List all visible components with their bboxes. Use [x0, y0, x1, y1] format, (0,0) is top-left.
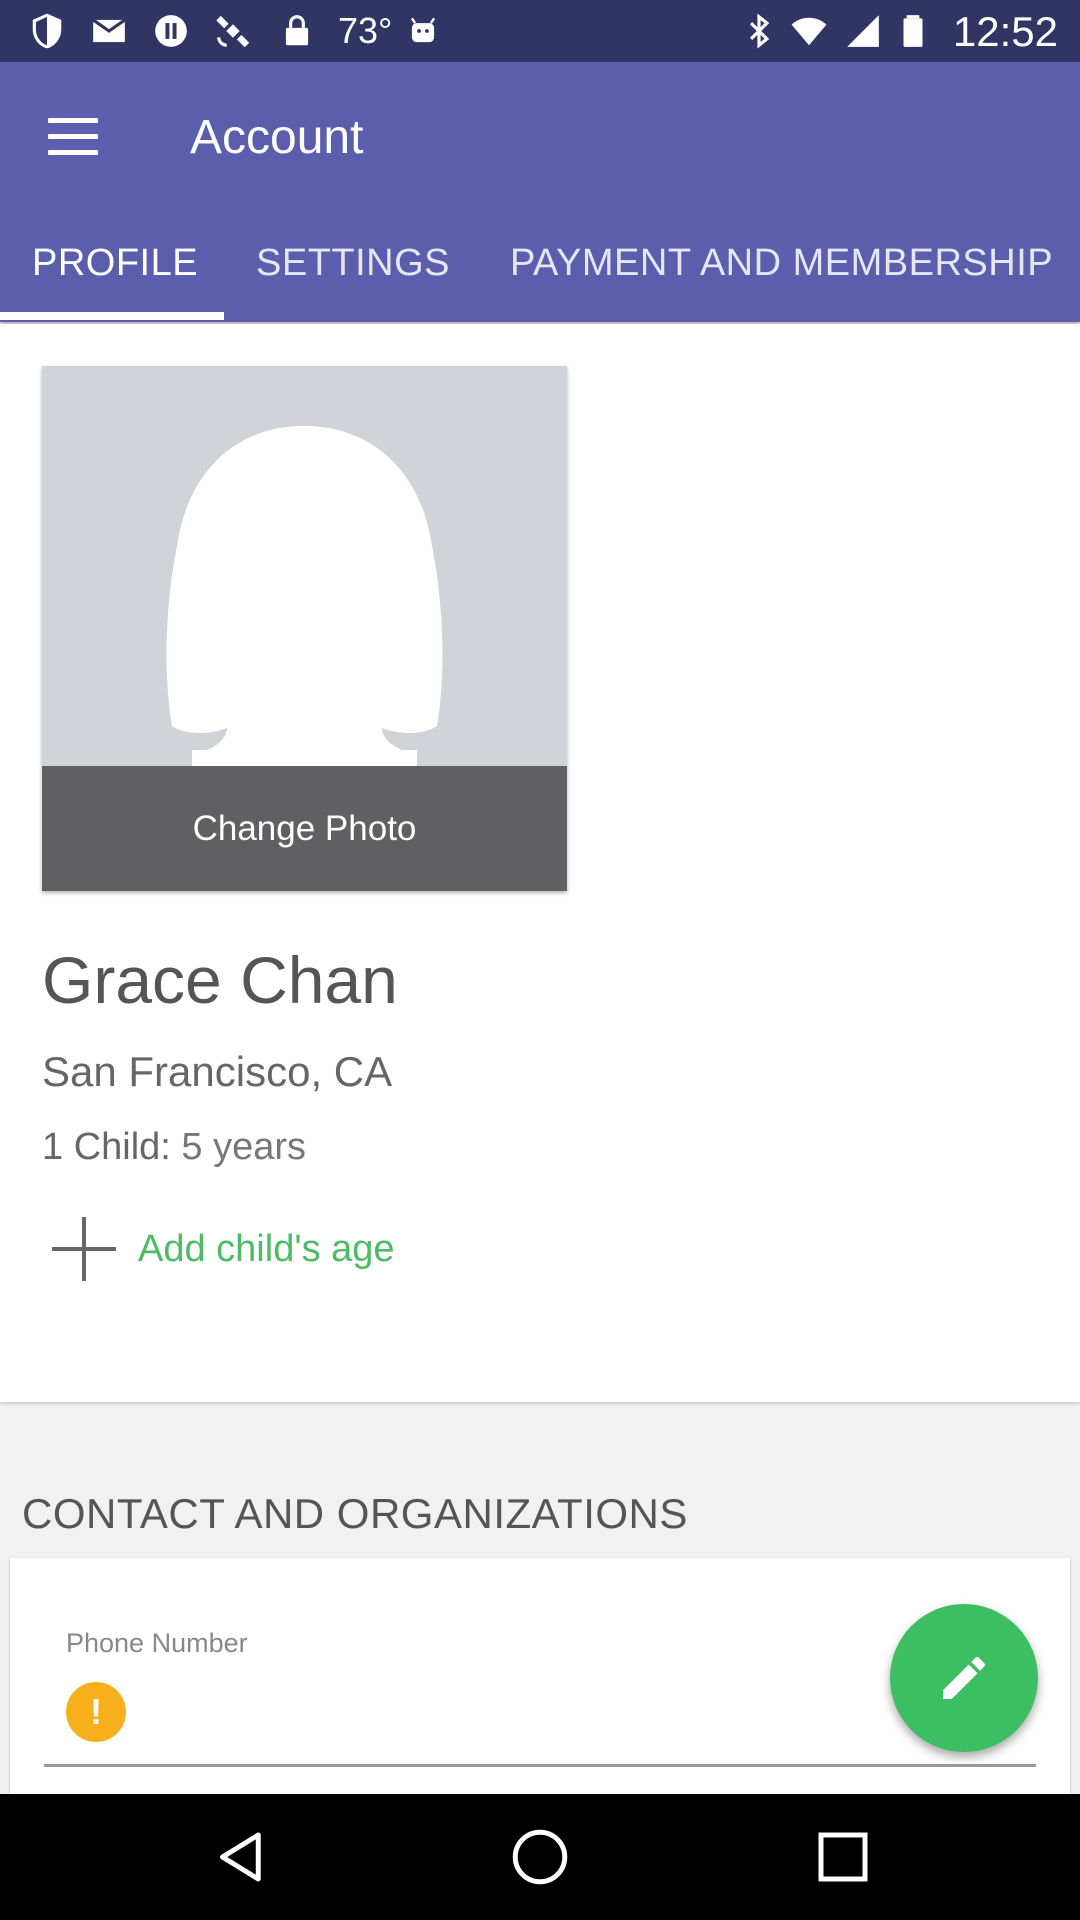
- warning-icon: !: [66, 1682, 126, 1742]
- user-name: Grace Chan: [42, 943, 398, 1017]
- recents-icon[interactable]: [810, 1824, 876, 1890]
- status-bar: 73° 12:52: [0, 0, 1080, 62]
- child-info: 1 Child: 5 years: [42, 1126, 306, 1169]
- clock: 12:52: [952, 8, 1058, 55]
- wifi-icon: [791, 17, 827, 46]
- add-child-age-button[interactable]: Add child's age: [52, 1216, 395, 1282]
- add-child-age-label: Add child's age: [138, 1227, 395, 1270]
- battery-icon: [903, 15, 923, 47]
- pencil-icon: [943, 1656, 986, 1699]
- back-icon[interactable]: [206, 1824, 272, 1890]
- shield-icon: [32, 13, 62, 49]
- hamburger-menu-icon[interactable]: [48, 118, 98, 158]
- profile-card: Change Photo Grace Chan San Francisco, C…: [0, 324, 1080, 1402]
- page-title: Account: [190, 111, 364, 164]
- phone-number-field[interactable]: [44, 1764, 1036, 1767]
- section-title-contact: CONTACT AND ORGANIZATIONS: [22, 1490, 688, 1537]
- home-icon[interactable]: [507, 1824, 573, 1890]
- signal-icon: [847, 15, 879, 47]
- change-photo-button[interactable]: Change Photo: [42, 766, 567, 891]
- phone-number-label: Phone Number: [66, 1628, 248, 1658]
- pause-circle-icon: [155, 15, 187, 47]
- user-location: San Francisco, CA: [42, 1048, 393, 1095]
- temperature: 73°: [338, 10, 393, 51]
- active-tab-indicator: [0, 312, 224, 320]
- child-count-label: 1 Child:: [42, 1126, 171, 1168]
- lock-icon: [285, 15, 309, 46]
- satellite-icon: [216, 15, 250, 48]
- profile-photo[interactable]: Change Photo: [42, 366, 567, 891]
- child-age: 5 years: [170, 1126, 307, 1168]
- tab-payment-and-membership[interactable]: PAYMENT AND MEMBERSHIP: [510, 242, 1053, 285]
- edit-button[interactable]: [890, 1604, 1038, 1752]
- android-icon: [410, 17, 436, 43]
- bluetooth-icon: [749, 13, 770, 49]
- navigation-bar: [0, 1794, 1080, 1920]
- tab-profile[interactable]: PROFILE: [32, 242, 198, 285]
- plus-icon: [52, 1217, 116, 1281]
- gmail-icon: [92, 18, 126, 43]
- tab-settings[interactable]: SETTINGS: [256, 242, 450, 285]
- app-bar: Account PROFILE SETTINGS PAYMENT AND MEM…: [0, 62, 1080, 322]
